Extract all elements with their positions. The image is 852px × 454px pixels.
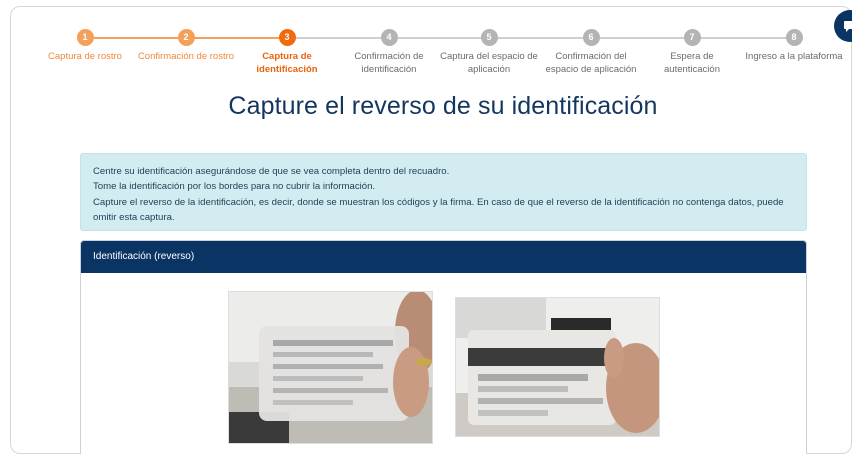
progress-stepper: 1 Captura de rostro 2 Confirmación de ro… [0,0,852,90]
instruction-line: Capture el reverso de la identificación,… [93,196,784,223]
page-title: Capture el reverso de su identificación [228,92,658,120]
step-3-number: 3 [278,29,296,46]
id-photo-example-2 [455,297,660,437]
step-8-number: 8 [785,29,803,46]
step-2-label: Confirmación de rostro [137,51,235,62]
chat-bubble-icon [844,21,852,32]
step-7: 7 Espera de autenticación [657,29,727,76]
step-4: 4 Confirmación de identificación [345,29,433,76]
step-4-number: 4 [380,29,398,46]
step-7-number: 7 [683,29,701,46]
step-3: 3 Captura de identificación [247,29,327,76]
step-8: 8 Ingreso a la plataforma [734,29,852,63]
step-5-number: 5 [480,29,498,46]
step-5: 5 Captura del espacio de aplicación [435,29,543,76]
step-2: 2 Confirmación de rostro [126,29,246,63]
instruction-line: Tome la identificación por los bordes pa… [93,181,376,193]
step-6-number: 6 [582,29,600,46]
id-photo-example-1 [228,291,433,444]
step-7-label: Espera de autenticación [664,51,720,75]
step-6-label: Confirmación del espacio de aplicación [545,51,637,75]
step-8-label: Ingreso a la plataforma [745,51,843,62]
instructions-alert: Centre su identificación asegurándose de… [80,153,807,231]
instruction-line: Centre su identificación asegurándose de… [93,166,450,177]
step-5-label: Captura del espacio de aplicación [440,51,538,75]
id-capture-card: Identificación (reverso) [80,240,807,454]
step-4-label: Confirmación de identificación [354,51,424,75]
step-1-number: 1 [76,29,94,46]
step-6: 6 Confirmación del espacio de aplicación [541,29,641,76]
step-3-label: Captura de identificación [256,51,318,75]
card-header: Identificación (reverso) [81,241,806,273]
step-2-number: 2 [177,29,195,46]
